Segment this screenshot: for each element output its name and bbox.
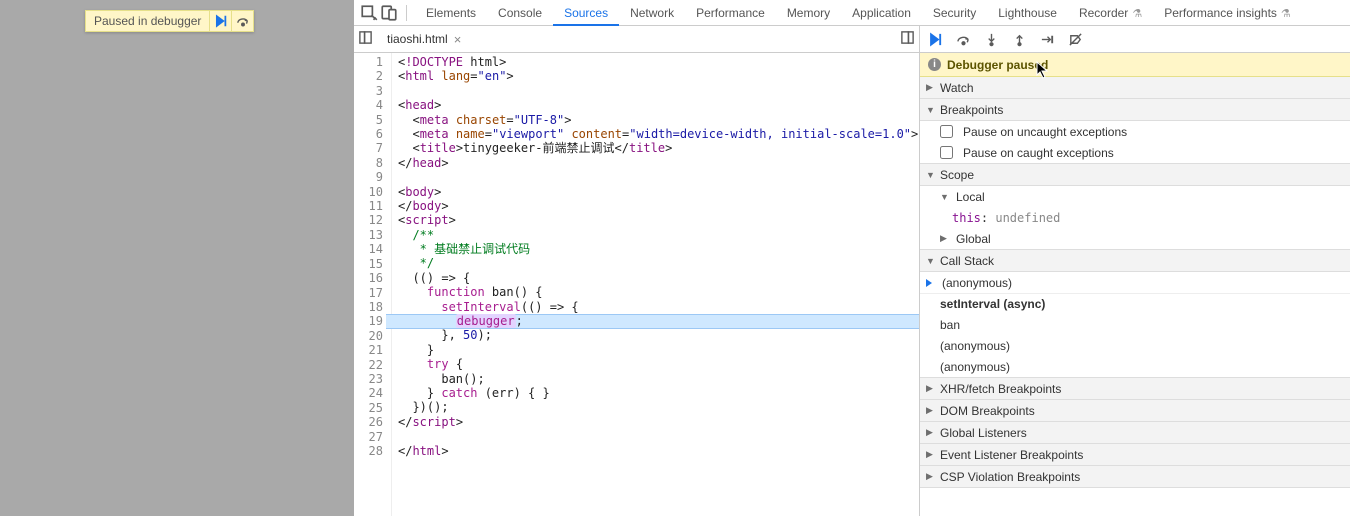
- bp-caught-checkbox[interactable]: [940, 146, 953, 159]
- bp-caught-row[interactable]: Pause on caught exceptions: [920, 142, 1350, 163]
- section-watch[interactable]: ▶ Watch: [920, 77, 1350, 99]
- section-scope[interactable]: ▼ Scope: [920, 164, 1350, 186]
- paused-label: Paused in debugger: [86, 14, 209, 28]
- inspect-icon[interactable]: [360, 4, 378, 22]
- resume-icon[interactable]: [926, 30, 944, 48]
- page-background: Paused in debugger: [0, 0, 354, 516]
- evt-label: Event Listener Breakpoints: [940, 448, 1083, 462]
- scope-this-row: this: undefined: [920, 207, 1350, 228]
- chevron-right-icon: ▶: [926, 82, 936, 93]
- tab-performance-insights[interactable]: Performance insights: [1153, 0, 1302, 26]
- chevron-right-icon: ▶: [926, 405, 936, 416]
- info-icon: i: [928, 58, 941, 71]
- tab-network[interactable]: Network: [619, 0, 685, 26]
- debugger-toolbar: [920, 26, 1350, 53]
- section-callstack[interactable]: ▼ Call Stack: [920, 250, 1350, 272]
- watch-label: Watch: [940, 81, 974, 95]
- section-breakpoints[interactable]: ▼ Breakpoints: [920, 99, 1350, 121]
- bp-uncaught-row[interactable]: Pause on uncaught exceptions: [920, 121, 1350, 142]
- scope-global[interactable]: ▶ Global: [920, 228, 1350, 249]
- tab-elements[interactable]: Elements: [415, 0, 487, 26]
- step-out-icon[interactable]: [1010, 30, 1028, 48]
- chevron-down-icon: ▼: [926, 105, 936, 115]
- tab-sources[interactable]: Sources: [553, 0, 619, 26]
- cs-label: (anonymous): [940, 339, 1010, 353]
- callstack-label: Call Stack: [940, 254, 994, 268]
- breakpoints-label: Breakpoints: [940, 103, 1003, 117]
- step-into-icon[interactable]: [982, 30, 1000, 48]
- callstack-frame[interactable]: ban: [920, 314, 1350, 335]
- cs-label: (anonymous): [942, 276, 1012, 290]
- code-area[interactable]: <!DOCTYPE html><html lang="en"><head> <m…: [392, 53, 919, 516]
- chevron-right-icon: ▶: [926, 383, 936, 394]
- more-icon[interactable]: [900, 30, 915, 48]
- debugger-sections: ▶ Watch ▼ Breakpoints Pause on uncaught …: [920, 77, 1350, 516]
- section-dom[interactable]: ▶ DOM Breakpoints: [920, 400, 1350, 422]
- debugger-panel: i Debugger paused ▶ Watch ▼ Breakpoints: [920, 26, 1350, 516]
- bp-uncaught-checkbox[interactable]: [940, 125, 953, 138]
- close-icon[interactable]: ×: [454, 32, 462, 47]
- callstack-frame[interactable]: (anonymous): [920, 335, 1350, 356]
- code-editor[interactable]: 1234567891011121314151617181920212223242…: [354, 53, 919, 516]
- tab-lighthouse[interactable]: Lighthouse: [987, 0, 1068, 26]
- source-tab-label: tiaoshi.html: [387, 32, 448, 46]
- scope-global-label: Global: [956, 232, 991, 246]
- csp-label: CSP Violation Breakpoints: [940, 470, 1080, 484]
- chevron-right-icon: ▶: [940, 233, 950, 244]
- chevron-down-icon: ▼: [940, 192, 950, 202]
- step-over-button[interactable]: [231, 11, 253, 31]
- device-icon[interactable]: [380, 4, 398, 22]
- tab-memory[interactable]: Memory: [776, 0, 841, 26]
- dom-label: DOM Breakpoints: [940, 404, 1035, 418]
- tab-console[interactable]: Console: [487, 0, 553, 26]
- tab-recorder[interactable]: Recorder: [1068, 0, 1153, 26]
- section-xhr[interactable]: ▶ XHR/fetch Breakpoints: [920, 378, 1350, 400]
- banner-text: Debugger paused: [947, 58, 1048, 72]
- scope-local[interactable]: ▼ Local: [920, 186, 1350, 207]
- navigator-icon[interactable]: [358, 30, 373, 48]
- section-gl[interactable]: ▶ Global Listeners: [920, 422, 1350, 444]
- chevron-down-icon: ▼: [926, 170, 936, 180]
- chevron-right-icon: ▶: [926, 471, 936, 482]
- callstack-frame[interactable]: (anonymous): [920, 356, 1350, 377]
- tab-performance[interactable]: Performance: [685, 0, 776, 26]
- section-evt[interactable]: ▶ Event Listener Breakpoints: [920, 444, 1350, 466]
- deactivate-breakpoints-icon[interactable]: [1066, 30, 1084, 48]
- step-over-icon[interactable]: [954, 30, 972, 48]
- devtools-tabs: Elements Console Sources Network Perform…: [415, 0, 1302, 26]
- scope-local-label: Local: [956, 190, 985, 204]
- tab-application[interactable]: Application: [841, 0, 922, 26]
- xhr-label: XHR/fetch Breakpoints: [940, 382, 1061, 396]
- devtools-toolbar: Elements Console Sources Network Perform…: [354, 0, 1350, 26]
- scope-label: Scope: [940, 168, 974, 182]
- devtools-body: tiaoshi.html × 1234567891011121314151617…: [354, 26, 1350, 516]
- scope-this-key: this: [952, 211, 981, 225]
- step-icon[interactable]: [1038, 30, 1056, 48]
- devtools-panel: Elements Console Sources Network Perform…: [354, 0, 1350, 516]
- scope-this-val: undefined: [995, 211, 1060, 225]
- source-tabbar: tiaoshi.html ×: [354, 26, 919, 53]
- cs-label: ban: [940, 318, 960, 332]
- cursor-icon: [1036, 61, 1050, 79]
- tab-security[interactable]: Security: [922, 0, 987, 26]
- chevron-down-icon: ▼: [926, 256, 936, 266]
- source-tab-file[interactable]: tiaoshi.html ×: [379, 26, 469, 53]
- chevron-right-icon: ▶: [926, 449, 936, 460]
- line-gutter: 1234567891011121314151617181920212223242…: [354, 53, 392, 516]
- callstack-async-label: setInterval (async): [920, 293, 1350, 314]
- callstack-frame-active[interactable]: (anonymous): [920, 272, 1350, 293]
- resume-button[interactable]: [209, 11, 231, 31]
- section-csp[interactable]: ▶ CSP Violation Breakpoints: [920, 466, 1350, 488]
- debugger-paused-banner: i Debugger paused: [920, 53, 1350, 77]
- paused-overlay: Paused in debugger: [85, 10, 254, 32]
- sources-column: tiaoshi.html × 1234567891011121314151617…: [354, 26, 920, 516]
- cs-async-text: setInterval (async): [940, 297, 1045, 311]
- bp-uncaught-label: Pause on uncaught exceptions: [963, 125, 1127, 139]
- chevron-right-icon: ▶: [926, 427, 936, 438]
- separator: [406, 5, 407, 21]
- bp-caught-label: Pause on caught exceptions: [963, 146, 1114, 160]
- cs-label: (anonymous): [940, 360, 1010, 374]
- gl-label: Global Listeners: [940, 426, 1027, 440]
